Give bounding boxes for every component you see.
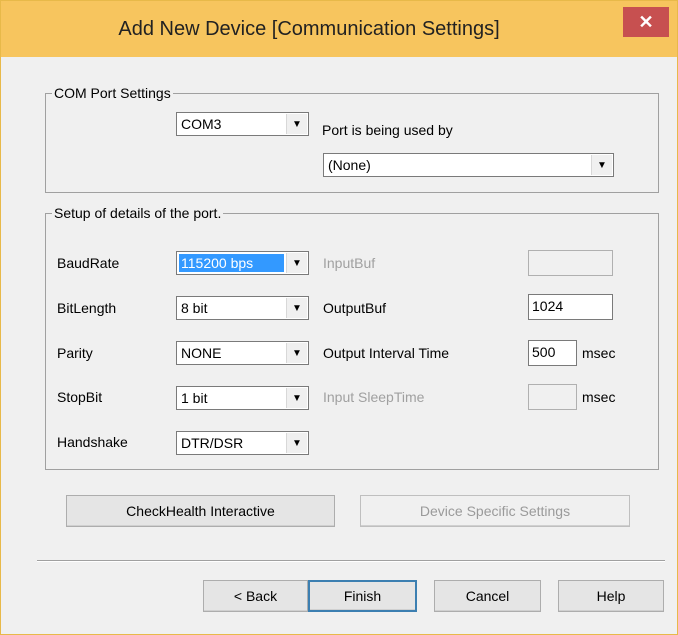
input-sleep-unit: msec [582,389,616,405]
handshake-select[interactable]: DTR/DSR ▼ [176,431,309,455]
outputbuf-field[interactable]: 1024 [528,294,613,320]
baudrate-select[interactable]: 115200 bps ▼ [176,251,309,275]
back-button[interactable]: < Back [203,580,308,612]
baudrate-value: 115200 bps [179,254,284,272]
inputbuf-field [528,250,613,276]
window-title: Add New Device [Communication Settings] [118,18,500,40]
chevron-down-icon[interactable]: ▼ [286,253,307,273]
title-bar[interactable]: Add New Device [Communication Settings] … [1,1,677,57]
finish-button[interactable]: Finish [308,580,417,612]
footer-separator [37,560,665,562]
cancel-button[interactable]: Cancel [434,580,541,612]
port-used-by-label: Port is being used by [322,122,453,138]
com-port-settings-legend: COM Port Settings [54,85,171,101]
dialog-client-area: COM Port Settings COM3 ▼ Port is being u… [9,57,669,626]
port-details-group: Setup of details of the port. [45,205,659,470]
parity-select[interactable]: NONE ▼ [176,341,309,365]
input-sleep-field [528,384,577,410]
stopbit-label: StopBit [57,389,103,405]
output-interval-unit: msec [582,345,616,361]
stopbit-select[interactable]: 1 bit ▼ [176,386,309,410]
chevron-down-icon[interactable]: ▼ [286,388,307,408]
help-button[interactable]: Help [558,580,664,612]
stopbit-value: 1 bit [181,390,208,406]
input-sleep-label: Input SleepTime [323,389,425,405]
outputbuf-label: OutputBuf [323,300,387,316]
output-interval-label: Output Interval Time [323,345,450,361]
device-specific-settings-button: Device Specific Settings [360,495,630,527]
handshake-label: Handshake [57,434,128,450]
baudrate-label: BaudRate [57,255,120,271]
handshake-value: DTR/DSR [181,435,244,451]
bitlength-select[interactable]: 8 bit ▼ [176,296,309,320]
port-used-by-select[interactable]: (None) ▼ [323,153,614,177]
chevron-down-icon[interactable]: ▼ [286,114,307,134]
chevron-down-icon[interactable]: ▼ [286,298,307,318]
close-button[interactable]: ✕ [623,7,669,37]
inputbuf-label: InputBuf [323,255,376,271]
bitlength-value: 8 bit [181,300,208,316]
parity-label: Parity [57,345,93,361]
close-icon: ✕ [638,12,654,32]
chevron-down-icon[interactable]: ▼ [286,433,307,453]
dialog-window: Add New Device [Communication Settings] … [0,0,678,635]
parity-value: NONE [181,345,222,361]
checkhealth-interactive-button[interactable]: CheckHealth Interactive [66,495,335,527]
chevron-down-icon[interactable]: ▼ [286,343,307,363]
com-port-select[interactable]: COM3 ▼ [176,112,309,136]
port-used-by-value: (None) [328,157,371,173]
port-details-legend: Setup of details of the port. [54,205,222,221]
com-port-value: COM3 [181,116,222,132]
bitlength-label: BitLength [57,300,117,316]
chevron-down-icon[interactable]: ▼ [591,155,612,175]
output-interval-field[interactable]: 500 [528,340,577,366]
